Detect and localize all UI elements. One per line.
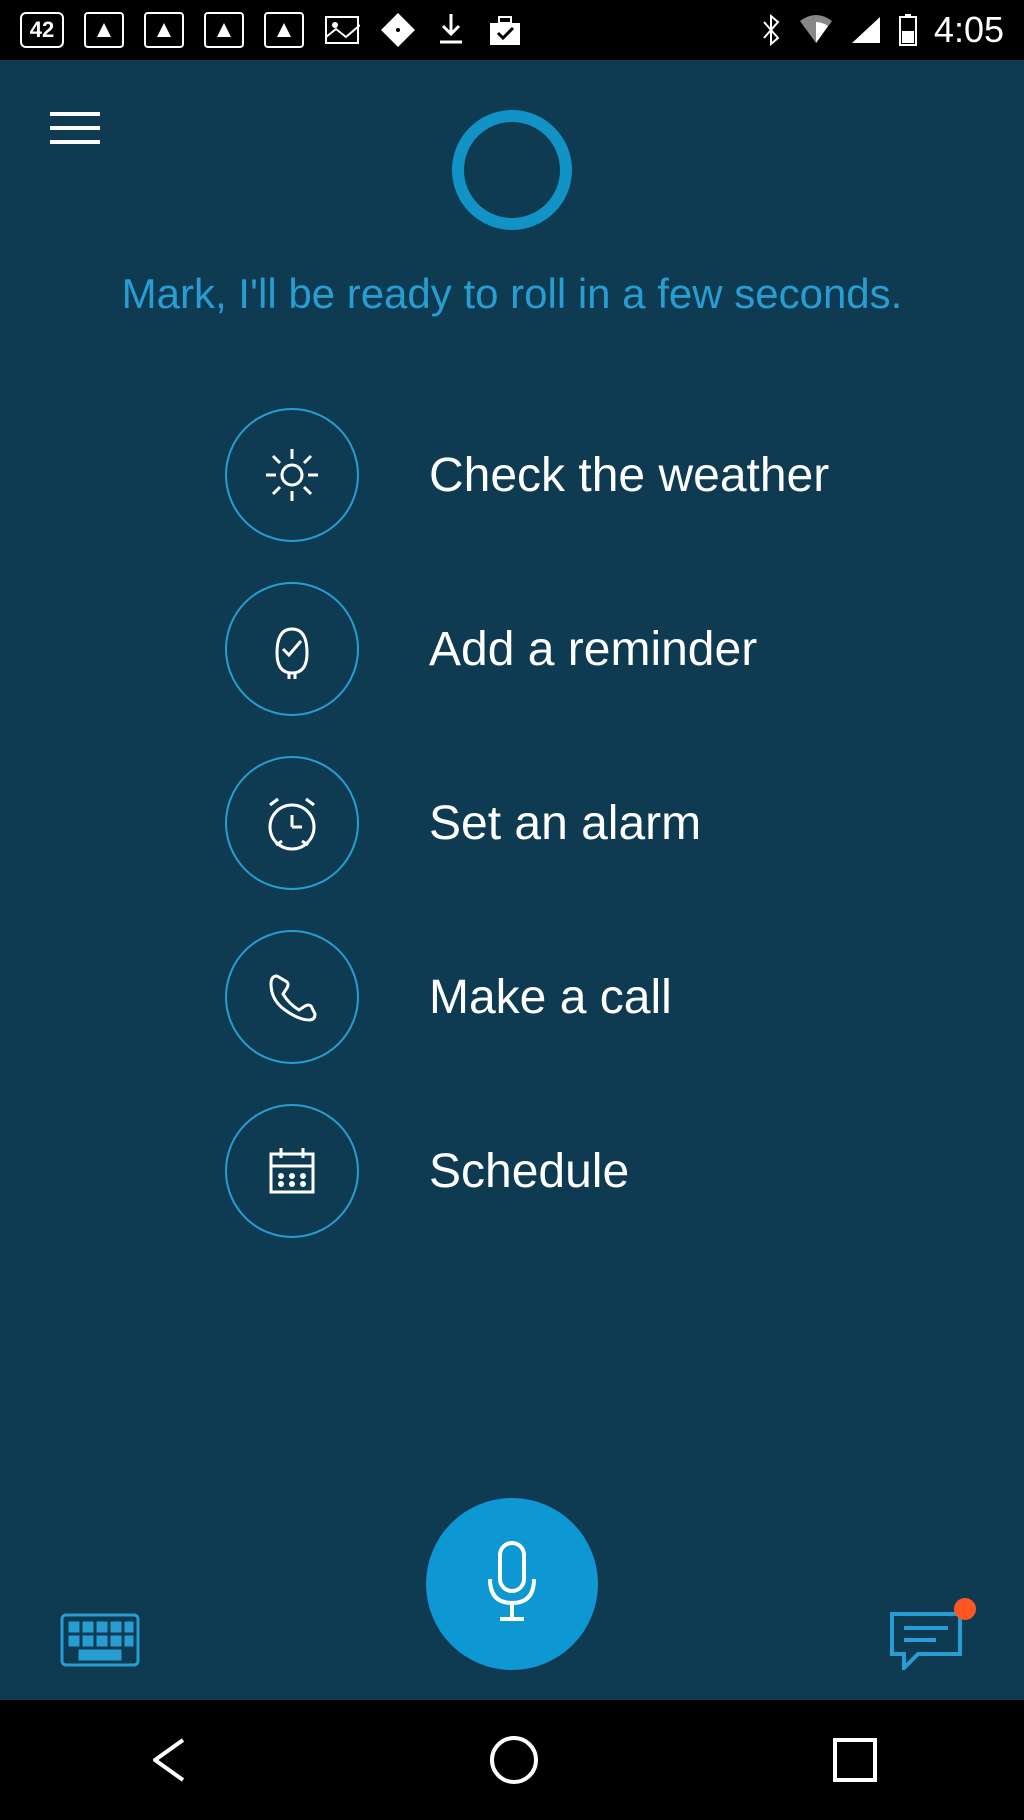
phone-icon [225, 930, 359, 1064]
greeting-message: Mark, I'll be ready to roll in a few sec… [0, 270, 1024, 408]
suggestion-label: Schedule [429, 1144, 629, 1199]
alarm-icon [225, 756, 359, 890]
suggestion-label: Add a reminder [429, 622, 757, 677]
nav-recent-button[interactable] [829, 1734, 881, 1786]
suggestion-list: Check the weather Add a reminder [0, 408, 1024, 1238]
cell-signal-icon [850, 15, 882, 45]
notification-dot [954, 1598, 976, 1620]
weather-icon [225, 408, 359, 542]
suggestion-call[interactable]: Make a call [225, 930, 1024, 1064]
battery-icon [898, 13, 918, 47]
notification-icon [204, 12, 244, 48]
android-nav-bar [0, 1700, 1024, 1820]
dice-icon [380, 12, 416, 48]
cortana-main: Mark, I'll be ready to roll in a few sec… [0, 60, 1024, 1700]
suggestion-label: Make a call [429, 970, 672, 1025]
status-time: 4:05 [934, 9, 1004, 51]
chat-button[interactable] [888, 1610, 964, 1670]
notification-icon [144, 12, 184, 48]
briefcase-check-icon [486, 13, 524, 47]
reminder-icon [225, 582, 359, 716]
nav-home-button[interactable] [486, 1732, 542, 1788]
keyboard-button[interactable] [60, 1613, 140, 1667]
cortana-logo-icon [452, 110, 572, 230]
suggestion-label: Check the weather [429, 448, 829, 503]
notification-count-badge: 42 [20, 12, 64, 48]
wifi-icon [798, 15, 834, 45]
hamburger-menu-button[interactable] [50, 110, 110, 150]
suggestion-label: Set an alarm [429, 796, 701, 851]
suggestion-alarm[interactable]: Set an alarm [225, 756, 1024, 890]
notification-icon [84, 12, 124, 48]
notification-icon [264, 12, 304, 48]
status-right-icons: 4:05 [760, 9, 1004, 51]
suggestion-weather[interactable]: Check the weather [225, 408, 1024, 542]
calendar-icon [225, 1104, 359, 1238]
android-status-bar: 42 [0, 0, 1024, 60]
image-icon [324, 15, 360, 45]
status-left-icons: 42 [20, 12, 524, 48]
suggestion-schedule[interactable]: Schedule [225, 1104, 1024, 1238]
nav-back-button[interactable] [143, 1732, 199, 1788]
bottom-action-bar [0, 1610, 1024, 1670]
bluetooth-icon [760, 12, 782, 48]
suggestion-reminder[interactable]: Add a reminder [225, 582, 1024, 716]
download-icon [436, 12, 466, 48]
microphone-button[interactable] [426, 1498, 598, 1670]
